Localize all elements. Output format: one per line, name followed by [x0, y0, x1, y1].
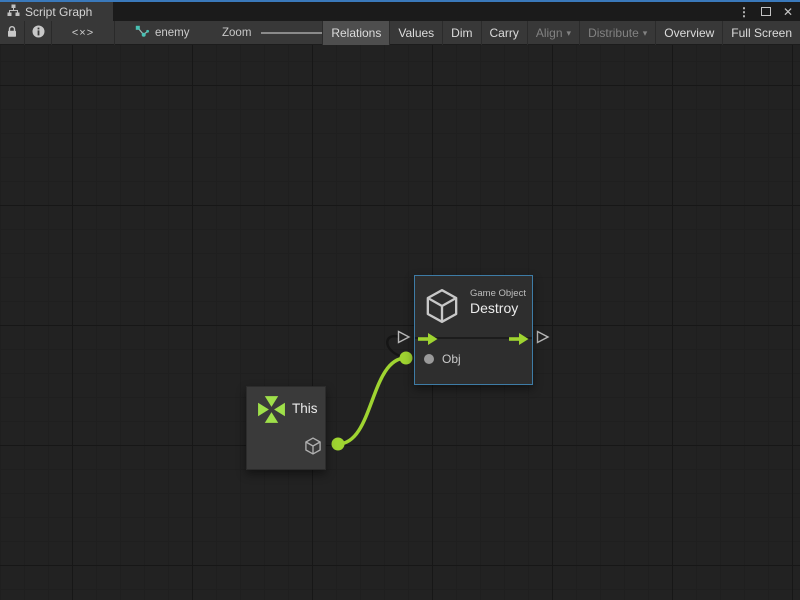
code-view-button[interactable]: <×>	[52, 21, 115, 45]
close-button[interactable]: ✕	[780, 4, 796, 20]
distribute-button[interactable]: Distribute ▾	[579, 21, 655, 45]
connection-wires	[0, 45, 800, 600]
graph-toolbar: <×> enemy Zoom 1x Relations Values	[0, 21, 800, 45]
gameobject-cube-icon	[422, 286, 462, 331]
maximize-button[interactable]	[758, 4, 774, 20]
code-view-icon: <×>	[72, 27, 94, 39]
obj-input-port[interactable]	[424, 354, 434, 364]
node-this[interactable]: This	[246, 386, 326, 470]
window-menu-button[interactable]: ⋮	[736, 4, 752, 20]
graph-breadcrumb[interactable]: enemy	[135, 21, 190, 45]
lock-icon	[6, 25, 18, 41]
carry-button[interactable]: Carry	[481, 21, 527, 45]
obj-port-label: Obj	[442, 352, 461, 366]
relations-button[interactable]: Relations	[322, 21, 389, 45]
tab-bar: Script Graph ⋮ ✕	[0, 2, 800, 21]
node-destroy[interactable]: Game Object Destroy Obj	[414, 275, 533, 385]
wire-source-dot	[332, 438, 345, 451]
hierarchy-icon	[7, 4, 20, 20]
overview-button[interactable]: Overview	[655, 21, 722, 45]
info-icon	[32, 25, 45, 41]
align-button[interactable]: Align ▾	[527, 21, 579, 45]
graph-name: enemy	[155, 27, 190, 39]
node-category: Game Object	[470, 288, 526, 299]
graph-canvas[interactable]: Game Object Destroy Obj	[0, 45, 800, 600]
window-controls: ⋮ ✕	[736, 2, 796, 21]
chevron-down-icon: ▾	[567, 28, 572, 39]
maximize-icon	[761, 7, 771, 16]
value-connection-wire[interactable]	[338, 358, 406, 444]
wire-target-dot	[400, 352, 413, 365]
toolbar-buttons: Relations Values Dim Carry Align ▾ Distr…	[322, 21, 800, 45]
full-screen-button[interactable]: Full Screen	[722, 21, 800, 45]
flow-in-arrow-icon[interactable]	[418, 332, 438, 350]
info-button[interactable]	[25, 21, 52, 45]
lock-button[interactable]	[0, 21, 25, 45]
flow-out-arrow-icon[interactable]	[509, 332, 529, 350]
control-output-port[interactable]	[536, 330, 550, 349]
zoom-label: Zoom	[222, 27, 251, 39]
tab-title: Script Graph	[25, 5, 92, 19]
chevron-down-icon: ▾	[643, 28, 648, 39]
this-converge-icon	[256, 394, 287, 430]
node-title: This	[292, 401, 318, 416]
node-title: Destroy	[470, 300, 518, 316]
control-input-port[interactable]	[397, 330, 411, 349]
gameobject-output-port[interactable]	[303, 436, 323, 461]
tab-script-graph[interactable]: Script Graph	[0, 2, 113, 21]
values-button[interactable]: Values	[389, 21, 442, 45]
script-graph-window: Script Graph ⋮ ✕	[0, 0, 800, 600]
graph-asset-icon	[135, 25, 149, 42]
dim-button[interactable]: Dim	[442, 21, 480, 45]
